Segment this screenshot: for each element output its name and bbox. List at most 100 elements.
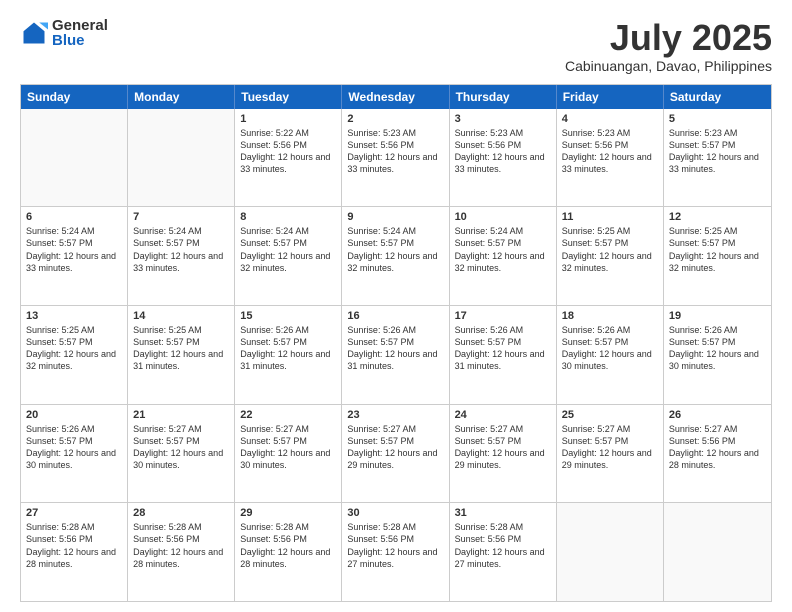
day-info: Sunrise: 5:28 AM Sunset: 5:56 PM Dayligh… (133, 521, 229, 570)
day-info: Sunrise: 5:28 AM Sunset: 5:56 PM Dayligh… (26, 521, 122, 570)
day-info: Sunrise: 5:24 AM Sunset: 5:57 PM Dayligh… (455, 225, 551, 274)
day-info: Sunrise: 5:26 AM Sunset: 5:57 PM Dayligh… (669, 324, 766, 373)
title-area: July 2025 Cabinuangan, Davao, Philippine… (565, 18, 772, 74)
logo-icon (20, 19, 48, 47)
weekday-header: Thursday (450, 85, 557, 109)
day-number: 26 (669, 409, 766, 421)
day-number: 19 (669, 310, 766, 322)
day-info: Sunrise: 5:23 AM Sunset: 5:56 PM Dayligh… (562, 127, 658, 176)
day-number: 14 (133, 310, 229, 322)
calendar-cell: 3 Sunrise: 5:23 AM Sunset: 5:56 PM Daylig… (450, 109, 557, 207)
day-number: 29 (240, 507, 336, 519)
weekday-header: Saturday (664, 85, 771, 109)
calendar-cell: 9 Sunrise: 5:24 AM Sunset: 5:57 PM Daylig… (342, 207, 449, 305)
calendar-cell: 4 Sunrise: 5:23 AM Sunset: 5:56 PM Daylig… (557, 109, 664, 207)
day-info: Sunrise: 5:24 AM Sunset: 5:57 PM Dayligh… (240, 225, 336, 274)
day-number: 4 (562, 113, 658, 125)
day-info: Sunrise: 5:22 AM Sunset: 5:56 PM Dayligh… (240, 127, 336, 176)
day-info: Sunrise: 5:24 AM Sunset: 5:57 PM Dayligh… (26, 225, 122, 274)
day-info: Sunrise: 5:25 AM Sunset: 5:57 PM Dayligh… (133, 324, 229, 373)
day-number: 24 (455, 409, 551, 421)
day-number: 23 (347, 409, 443, 421)
weekday-header: Sunday (21, 85, 128, 109)
logo: General Blue (20, 18, 108, 48)
page: General Blue July 2025 Cabinuangan, Dava… (0, 0, 792, 612)
calendar-cell: 5Sunrise: 5:23 AM Sunset: 5:57 PM Daylig… (664, 109, 771, 207)
day-number: 30 (347, 507, 443, 519)
day-number: 31 (455, 507, 551, 519)
calendar-cell: 20Sunrise: 5:26 AM Sunset: 5:57 PM Dayli… (21, 405, 128, 503)
calendar-cell (664, 503, 771, 601)
day-number: 13 (26, 310, 122, 322)
day-info: Sunrise: 5:26 AM Sunset: 5:57 PM Dayligh… (562, 324, 658, 373)
calendar-row: 13 Sunrise: 5:25 AM Sunset: 5:57 PM Dayli… (21, 305, 771, 404)
calendar-cell: 29Sunrise: 5:28 AM Sunset: 5:56 PM Dayli… (235, 503, 342, 601)
day-info: Sunrise: 5:28 AM Sunset: 5:56 PM Dayligh… (347, 521, 443, 570)
logo-blue: Blue (52, 33, 108, 48)
header: General Blue July 2025 Cabinuangan, Dava… (20, 18, 772, 74)
day-number: 21 (133, 409, 229, 421)
calendar-cell: 1 Sunrise: 5:22 AM Sunset: 5:56 PM Daylig… (235, 109, 342, 207)
day-number: 17 (455, 310, 551, 322)
calendar-cell: 14 Sunrise: 5:25 AM Sunset: 5:57 PM Dayli… (128, 306, 235, 404)
location: Cabinuangan, Davao, Philippines (565, 58, 772, 74)
day-number: 11 (562, 211, 658, 223)
day-info: Sunrise: 5:24 AM Sunset: 5:57 PM Dayligh… (133, 225, 229, 274)
calendar-cell: 17 Sunrise: 5:26 AM Sunset: 5:57 PM Dayli… (450, 306, 557, 404)
logo-text: General Blue (52, 18, 108, 48)
month-title: July 2025 (565, 18, 772, 58)
weekday-header: Tuesday (235, 85, 342, 109)
calendar-cell: 19 Sunrise: 5:26 AM Sunset: 5:57 PM Dayli… (664, 306, 771, 404)
day-number: 5 (669, 113, 766, 125)
day-info: Sunrise: 5:27 AM Sunset: 5:56 PM Dayligh… (669, 423, 766, 472)
calendar-cell: 12Sunrise: 5:25 AM Sunset: 5:57 PM Dayli… (664, 207, 771, 305)
day-number: 22 (240, 409, 336, 421)
calendar-cell (21, 109, 128, 207)
day-info: Sunrise: 5:27 AM Sunset: 5:57 PM Dayligh… (133, 423, 229, 472)
weekday-header: Wednesday (342, 85, 449, 109)
day-info: Sunrise: 5:23 AM Sunset: 5:56 PM Dayligh… (455, 127, 551, 176)
day-info: Sunrise: 5:28 AM Sunset: 5:56 PM Dayligh… (455, 521, 551, 570)
calendar-cell: 6Sunrise: 5:24 AM Sunset: 5:57 PM Daylig… (21, 207, 128, 305)
day-info: Sunrise: 5:25 AM Sunset: 5:57 PM Dayligh… (26, 324, 122, 373)
calendar-cell: 26 Sunrise: 5:27 AM Sunset: 5:56 PM Dayli… (664, 405, 771, 503)
day-number: 3 (455, 113, 551, 125)
calendar-cell: 24 Sunrise: 5:27 AM Sunset: 5:57 PM Dayli… (450, 405, 557, 503)
day-info: Sunrise: 5:25 AM Sunset: 5:57 PM Dayligh… (562, 225, 658, 274)
calendar-row: 6Sunrise: 5:24 AM Sunset: 5:57 PM Daylig… (21, 206, 771, 305)
day-number: 20 (26, 409, 122, 421)
calendar-cell: 31 Sunrise: 5:28 AM Sunset: 5:56 PM Dayli… (450, 503, 557, 601)
calendar-row: 20Sunrise: 5:26 AM Sunset: 5:57 PM Dayli… (21, 404, 771, 503)
day-info: Sunrise: 5:23 AM Sunset: 5:56 PM Dayligh… (347, 127, 443, 176)
day-info: Sunrise: 5:24 AM Sunset: 5:57 PM Dayligh… (347, 225, 443, 274)
calendar-cell: 13 Sunrise: 5:25 AM Sunset: 5:57 PM Dayli… (21, 306, 128, 404)
calendar-cell: 22 Sunrise: 5:27 AM Sunset: 5:57 PM Dayli… (235, 405, 342, 503)
calendar-header: SundayMondayTuesdayWednesdayThursdayFrid… (21, 85, 771, 109)
day-number: 9 (347, 211, 443, 223)
day-info: Sunrise: 5:26 AM Sunset: 5:57 PM Dayligh… (240, 324, 336, 373)
day-info: Sunrise: 5:27 AM Sunset: 5:57 PM Dayligh… (562, 423, 658, 472)
calendar-cell: 25Sunrise: 5:27 AM Sunset: 5:57 PM Dayli… (557, 405, 664, 503)
calendar-cell (128, 109, 235, 207)
day-number: 15 (240, 310, 336, 322)
day-number: 18 (562, 310, 658, 322)
calendar-cell: 30 Sunrise: 5:28 AM Sunset: 5:56 PM Dayli… (342, 503, 449, 601)
day-info: Sunrise: 5:27 AM Sunset: 5:57 PM Dayligh… (240, 423, 336, 472)
day-number: 1 (240, 113, 336, 125)
day-info: Sunrise: 5:27 AM Sunset: 5:57 PM Dayligh… (455, 423, 551, 472)
calendar-cell: 23 Sunrise: 5:27 AM Sunset: 5:57 PM Dayli… (342, 405, 449, 503)
day-info: Sunrise: 5:26 AM Sunset: 5:57 PM Dayligh… (455, 324, 551, 373)
day-number: 16 (347, 310, 443, 322)
day-info: Sunrise: 5:27 AM Sunset: 5:57 PM Dayligh… (347, 423, 443, 472)
calendar-cell: 18 Sunrise: 5:26 AM Sunset: 5:57 PM Dayli… (557, 306, 664, 404)
calendar-cell: 28 Sunrise: 5:28 AM Sunset: 5:56 PM Dayli… (128, 503, 235, 601)
calendar-cell: 16Sunrise: 5:26 AM Sunset: 5:57 PM Dayli… (342, 306, 449, 404)
calendar-cell (557, 503, 664, 601)
calendar-cell: 21 Sunrise: 5:27 AM Sunset: 5:57 PM Dayli… (128, 405, 235, 503)
calendar-row: 27 Sunrise: 5:28 AM Sunset: 5:56 PM Dayli… (21, 502, 771, 601)
calendar-cell: 7Sunrise: 5:24 AM Sunset: 5:57 PM Daylig… (128, 207, 235, 305)
day-number: 28 (133, 507, 229, 519)
day-number: 27 (26, 507, 122, 519)
day-number: 10 (455, 211, 551, 223)
calendar-cell: 27 Sunrise: 5:28 AM Sunset: 5:56 PM Dayli… (21, 503, 128, 601)
